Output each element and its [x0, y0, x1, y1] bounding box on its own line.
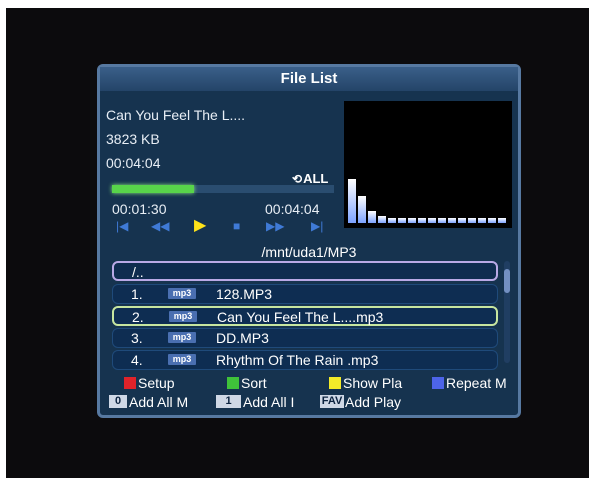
- add-playlist-option[interactable]: Add Play: [345, 394, 401, 410]
- file-row[interactable]: 3. mp3 DD.MP3: [112, 328, 498, 348]
- repeat-icon: ⟲: [292, 172, 303, 186]
- mp3-icon: mp3: [168, 354, 196, 365]
- next-track-icon[interactable]: ▶|: [311, 217, 323, 235]
- file-row-selected[interactable]: 2. mp3 Can You Feel The L....mp3: [112, 306, 498, 326]
- show-playlist-option[interactable]: Show Pla: [343, 375, 402, 391]
- yellow-key-icon: [329, 377, 341, 389]
- spectrum-bar: [498, 218, 506, 223]
- mp3-icon: mp3: [169, 311, 197, 322]
- repeat-mode: ALL: [303, 171, 329, 186]
- mp3-icon: mp3: [168, 288, 196, 299]
- green-key-icon: [227, 377, 239, 389]
- spectrum-bar: [408, 218, 416, 223]
- parent-directory-row[interactable]: /..: [112, 261, 498, 281]
- spectrum-bar: [458, 218, 466, 223]
- play-icon[interactable]: ▶: [194, 217, 206, 234]
- key-0-icon: 0: [109, 395, 127, 408]
- tv-screen: File List Can You Feel The L.... 3823 KB…: [6, 8, 589, 478]
- track-duration: 00:04:04: [106, 155, 161, 171]
- fast-forward-icon[interactable]: ▶▶: [266, 217, 284, 235]
- spectrum-bar: [388, 218, 396, 223]
- spectrum-bar: [428, 218, 436, 223]
- scrollbar-thumb[interactable]: [504, 269, 510, 293]
- sort-option[interactable]: Sort: [241, 375, 267, 391]
- spectrum-bar: [488, 218, 496, 223]
- red-key-icon: [124, 377, 136, 389]
- file-number: 4.: [131, 352, 143, 368]
- mp3-icon: mp3: [168, 332, 196, 343]
- spectrum-bar: [398, 218, 406, 223]
- elapsed-time: 00:01:30: [112, 201, 167, 217]
- fav-key-icon: FAV: [320, 395, 344, 408]
- rewind-icon[interactable]: ◀◀: [151, 217, 169, 235]
- repeat-indicator: ⟲ALL: [292, 171, 328, 186]
- file-number: 1.: [131, 286, 143, 302]
- file-list-scrollbar[interactable]: [504, 261, 510, 363]
- file-name: DD.MP3: [216, 330, 269, 346]
- file-row[interactable]: 4. mp3 Rhythm Of The Rain .mp3: [112, 350, 498, 370]
- key-1-icon: 1: [216, 395, 241, 408]
- spectrum-bar: [368, 211, 376, 223]
- spectrum-bar: [358, 196, 366, 223]
- spectrum-bar: [478, 218, 486, 223]
- setup-option[interactable]: Setup: [138, 375, 175, 391]
- playback-controls: |◀ ◀◀ ▶ ■ ▶▶ ▶|: [112, 217, 336, 235]
- spectrum-bar: [438, 218, 446, 223]
- previous-track-icon[interactable]: |◀: [116, 217, 128, 235]
- file-number: 3.: [131, 330, 143, 346]
- blue-key-icon: [432, 377, 444, 389]
- add-all-image-option[interactable]: Add All I: [243, 394, 294, 410]
- parent-directory-label: /..: [132, 264, 144, 280]
- spectrum-bar: [468, 218, 476, 223]
- spectrum-analyzer: [344, 101, 512, 228]
- spectrum-bar: [448, 218, 456, 223]
- progress-fill: [112, 185, 195, 193]
- current-path: /mnt/uda1/MP3: [261, 244, 357, 260]
- file-size: 3823 KB: [106, 131, 160, 147]
- spectrum-bar: [348, 179, 356, 223]
- file-list-panel: File List Can You Feel The L.... 3823 KB…: [97, 64, 521, 418]
- file-name: Rhythm Of The Rain .mp3: [216, 352, 379, 368]
- progress-bar[interactable]: [112, 185, 334, 193]
- stop-icon[interactable]: ■: [233, 217, 240, 235]
- add-all-music-option[interactable]: Add All M: [129, 394, 188, 410]
- total-time: 00:04:04: [265, 201, 320, 217]
- spectrum-bar: [378, 216, 386, 223]
- file-name: Can You Feel The L....mp3: [217, 309, 384, 325]
- panel-title: File List: [100, 67, 518, 91]
- repeat-mode-option[interactable]: Repeat M: [446, 375, 507, 391]
- track-name: Can You Feel The L....: [106, 107, 246, 123]
- spectrum-bar: [418, 218, 426, 223]
- file-number: 2.: [132, 309, 144, 325]
- file-row[interactable]: 1. mp3 128.MP3: [112, 284, 498, 304]
- file-name: 128.MP3: [216, 286, 273, 302]
